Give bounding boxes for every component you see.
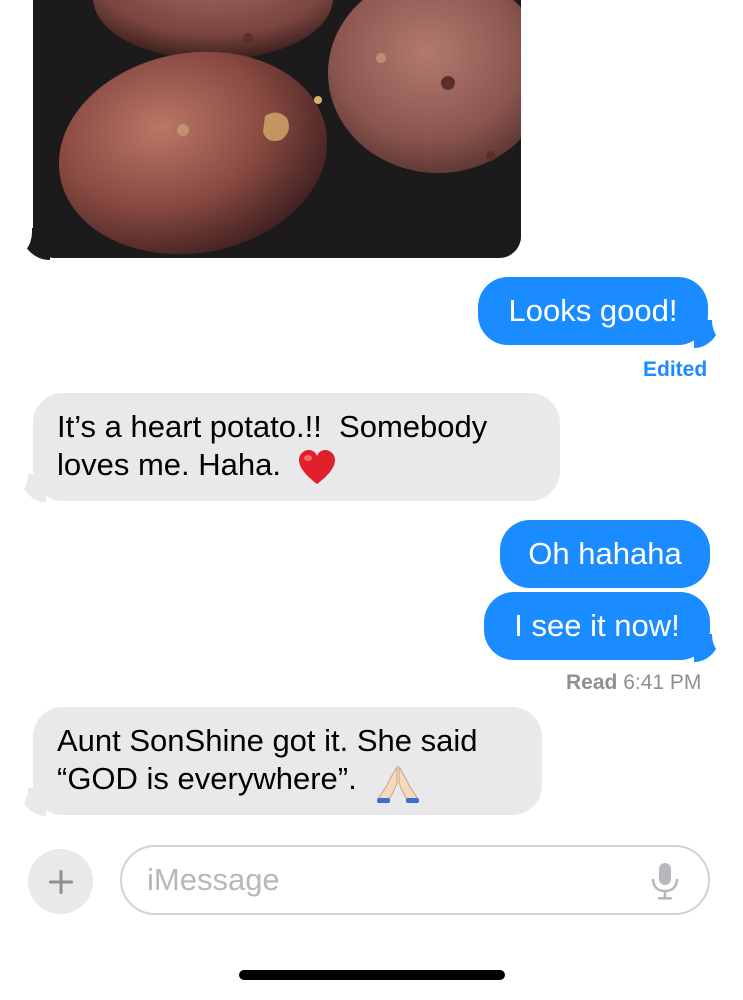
praying-hands-emoji	[377, 765, 419, 803]
home-indicator[interactable]	[239, 970, 505, 980]
received-bubble-tail	[20, 788, 46, 816]
potato-photo	[33, 0, 521, 258]
sent-message-bubble[interactable]: Oh hahaha	[500, 520, 710, 588]
sent-message-bubble[interactable]: I see it now!	[484, 592, 710, 660]
photo-message[interactable]	[33, 0, 521, 258]
message-input[interactable]: iMessage	[120, 845, 710, 915]
sent-bubble-tail	[694, 320, 720, 348]
microphone-icon[interactable]	[650, 862, 680, 900]
read-receipt-time: 6:41 PM	[623, 671, 702, 694]
heart-emoji	[299, 450, 335, 484]
photo-bubble-tail	[20, 228, 50, 260]
received-message-bubble[interactable]: Aunt SonShine got it. She said “GOD is e…	[33, 707, 542, 815]
read-receipt: Read 6:41 PM	[566, 671, 701, 695]
received-bubble-tail	[20, 474, 46, 502]
read-receipt-label: Read	[566, 671, 618, 694]
plus-icon	[48, 869, 73, 894]
sent-message-bubble[interactable]: Looks good!	[478, 277, 708, 345]
add-attachment-button[interactable]	[28, 849, 93, 914]
edited-label: Edited	[643, 358, 708, 381]
sent-bubble-tail	[694, 634, 720, 662]
message-input-placeholder: iMessage	[147, 862, 280, 897]
